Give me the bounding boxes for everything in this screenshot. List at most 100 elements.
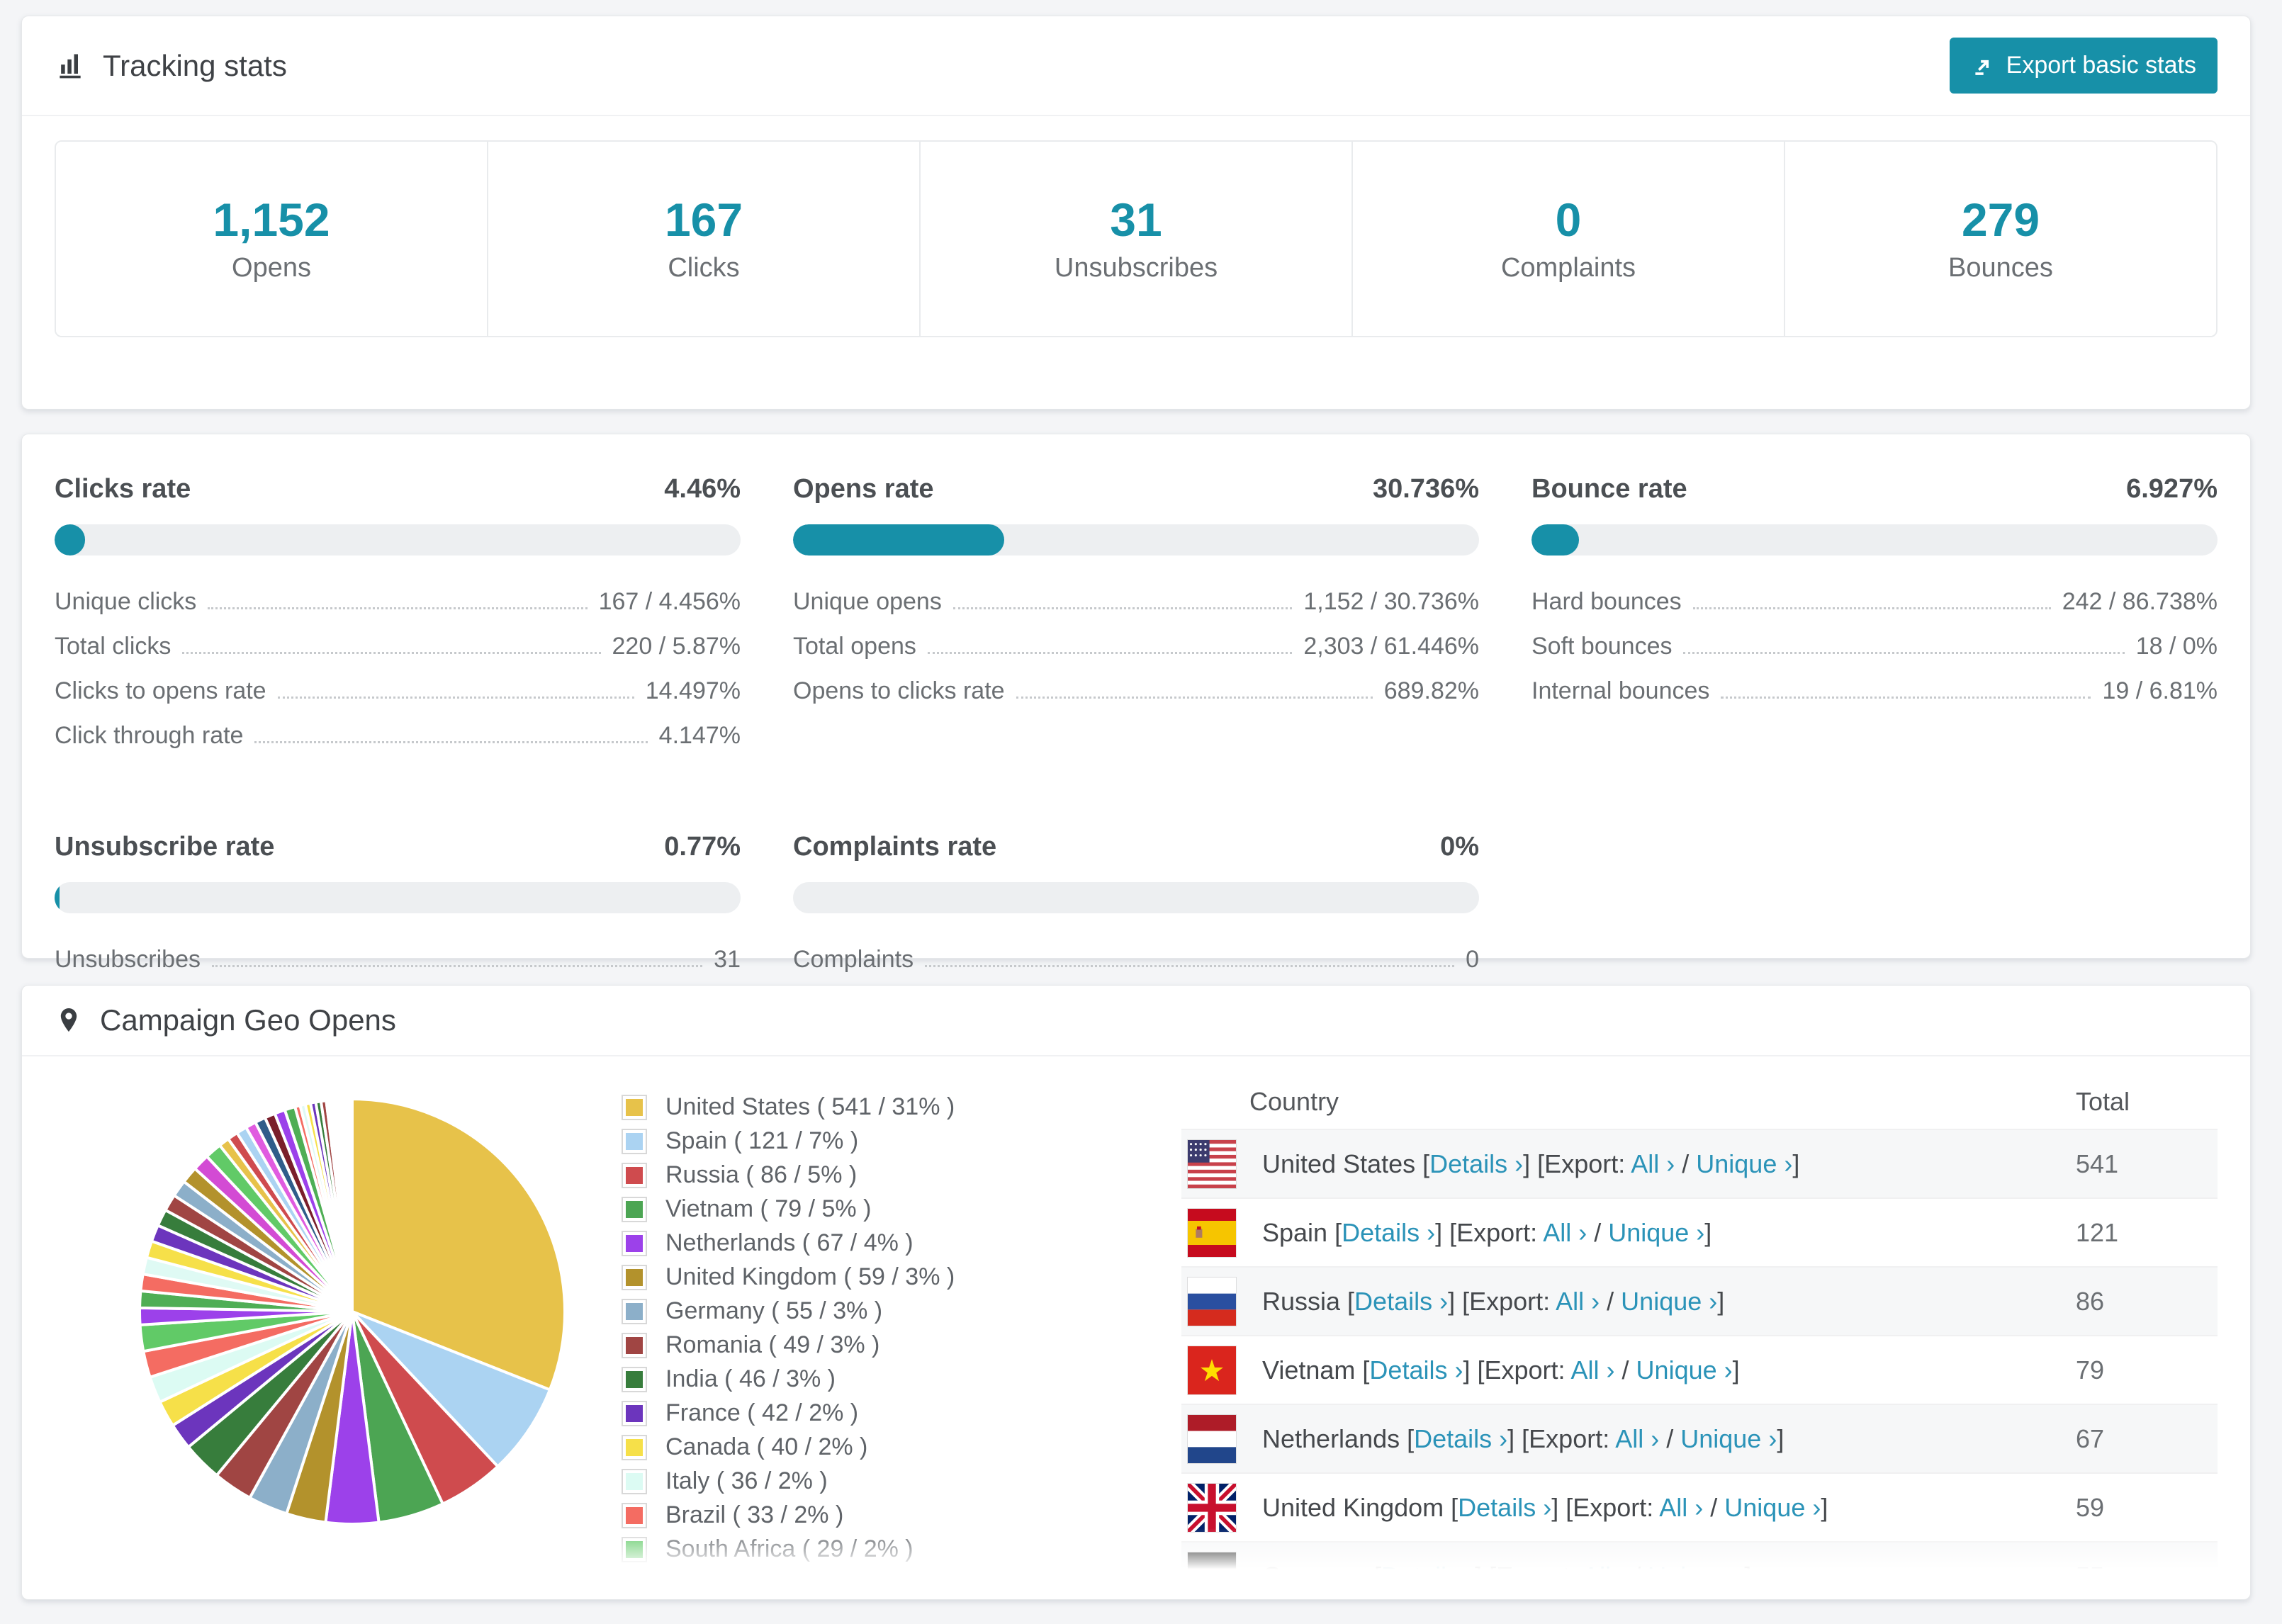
dotted-leader bbox=[1721, 697, 2091, 699]
rate-row-value: 689.82% bbox=[1383, 677, 1479, 704]
geo-title: Campaign Geo Opens bbox=[55, 1003, 396, 1037]
rates-grid: Clicks rate 4.46% Unique clicks 167 / 4.456… bbox=[55, 474, 2218, 991]
legend-swatch bbox=[622, 1332, 647, 1358]
rate-row-label: Opens to clicks rate bbox=[793, 677, 1005, 704]
export-unique-link[interactable]: Unique › bbox=[1608, 1218, 1704, 1247]
geo-pie-chart bbox=[55, 1075, 622, 1599]
export-unique-link[interactable]: Unique › bbox=[1648, 1562, 1744, 1591]
rate-rows: Unsubscribes 31 bbox=[55, 946, 741, 974]
export-all-link[interactable]: All › bbox=[1583, 1562, 1626, 1591]
rate-panel-header: Bounce rate 6.927% bbox=[1531, 474, 2218, 504]
rate-progress-track bbox=[1531, 524, 2218, 556]
rate-value: 4.46% bbox=[664, 474, 741, 504]
stat-value: 31 bbox=[1110, 193, 1162, 247]
total-cell: 67 bbox=[2076, 1423, 2105, 1453]
dotted-leader bbox=[952, 607, 1293, 609]
legend-swatch bbox=[622, 1434, 647, 1460]
details-link[interactable]: Details › bbox=[1342, 1218, 1435, 1247]
export-all-link[interactable]: All › bbox=[1543, 1218, 1587, 1247]
export-unique-link[interactable]: Unique › bbox=[1696, 1149, 1792, 1178]
rate-title: Complaints rate bbox=[793, 832, 997, 862]
rate-row: Clicks to opens rate 14.497% bbox=[55, 677, 741, 705]
rate-row-label: Unique clicks bbox=[55, 588, 197, 615]
total-cell: 121 bbox=[2076, 1217, 2119, 1247]
legend-label: France ( 42 / 2% ) bbox=[665, 1399, 859, 1426]
rate-value: 0.77% bbox=[664, 832, 741, 862]
rate-row-value: 2,303 / 61.446% bbox=[1303, 633, 1479, 660]
legend-swatch bbox=[622, 1536, 647, 1562]
legend-swatch bbox=[622, 1400, 647, 1426]
stat-value: 279 bbox=[1961, 193, 2040, 247]
rate-row-value: 0 bbox=[1466, 946, 1479, 973]
export-all-link[interactable]: All › bbox=[1571, 1355, 1615, 1385]
total-cell: 55 bbox=[2076, 1561, 2105, 1591]
stat-label: Unsubscribes bbox=[1054, 252, 1218, 283]
legend-label: Spain ( 121 / 7% ) bbox=[665, 1127, 859, 1154]
country-links-text: United States [Details ›] [Export: All ›… bbox=[1262, 1149, 1800, 1178]
country-flag-es bbox=[1187, 1207, 1237, 1258]
export-all-link[interactable]: All › bbox=[1631, 1149, 1675, 1178]
stat-label: Opens bbox=[232, 252, 311, 283]
country-links-text: United Kingdom [Details ›] [Export: All … bbox=[1262, 1492, 1828, 1522]
details-link[interactable]: Details › bbox=[1458, 1493, 1551, 1522]
tracking-stats-title: Tracking stats bbox=[55, 49, 287, 83]
table-row: Germany [Details ›] [Export: All › / Uni… bbox=[1181, 1541, 2218, 1599]
legend-item: Spain ( 121 / 7% ) bbox=[622, 1127, 1103, 1155]
stat-box: 1,152 Opens bbox=[56, 142, 488, 336]
stat-value: 0 bbox=[1555, 193, 1582, 247]
details-link[interactable]: Details › bbox=[1414, 1424, 1507, 1453]
legend-label: South Africa ( 29 / 2% ) bbox=[665, 1535, 914, 1562]
export-basic-stats-button[interactable]: Export basic stats bbox=[1949, 38, 2218, 94]
details-link[interactable]: Details › bbox=[1354, 1287, 1448, 1316]
legend-item: France ( 42 / 2% ) bbox=[622, 1399, 1103, 1427]
rate-title: Bounce rate bbox=[1531, 474, 1687, 504]
dotted-leader bbox=[277, 697, 634, 699]
export-icon bbox=[1971, 54, 1995, 78]
dotted-leader bbox=[208, 607, 588, 609]
legend-item: Vietnam ( 79 / 5% ) bbox=[622, 1195, 1103, 1223]
total-cell: 86 bbox=[2076, 1286, 2105, 1316]
stat-box: 0 Complaints bbox=[1353, 142, 1785, 336]
rate-panel-header: Opens rate 30.736% bbox=[793, 474, 1479, 504]
details-link[interactable]: Details › bbox=[1369, 1355, 1463, 1385]
details-link[interactable]: Details › bbox=[1381, 1562, 1475, 1591]
stat-value: 1,152 bbox=[213, 193, 330, 247]
legend-item: India ( 46 / 3% ) bbox=[622, 1365, 1103, 1393]
rate-row-label: Clicks to opens rate bbox=[55, 677, 266, 704]
country-cell: Netherlands [Details ›] [Export: All › /… bbox=[1181, 1414, 2076, 1464]
export-unique-link[interactable]: Unique › bbox=[1724, 1493, 1821, 1522]
rate-row-value: 18 / 0% bbox=[2135, 633, 2218, 660]
rate-progress-fill bbox=[55, 524, 86, 556]
export-all-link[interactable]: All › bbox=[1556, 1287, 1600, 1316]
country-column-header: Country bbox=[1249, 1087, 1339, 1116]
map-pin-icon bbox=[55, 1004, 83, 1037]
export-unique-link[interactable]: Unique › bbox=[1636, 1355, 1733, 1385]
rate-row: Soft bounces 18 / 0% bbox=[1531, 633, 2218, 660]
legend-item: Canada ( 40 / 2% ) bbox=[622, 1433, 1103, 1461]
export-all-link[interactable]: All › bbox=[1659, 1493, 1703, 1522]
dotted-leader bbox=[1683, 652, 2125, 654]
country-flag-nl bbox=[1187, 1414, 1237, 1464]
legend-item: United Kingdom ( 59 / 3% ) bbox=[622, 1263, 1103, 1291]
rate-row-label: Unique opens bbox=[793, 588, 942, 615]
dotted-leader bbox=[927, 652, 1293, 654]
stat-label: Complaints bbox=[1500, 252, 1636, 283]
country-cell: Russia [Details ›] [Export: All › / Uniq… bbox=[1181, 1276, 2076, 1326]
rate-progress-fill bbox=[1531, 524, 1580, 556]
country-flag-ru bbox=[1187, 1276, 1237, 1326]
geo-title-text: Campaign Geo Opens bbox=[100, 1003, 396, 1037]
export-unique-link[interactable]: Unique › bbox=[1621, 1287, 1717, 1316]
export-unique-link[interactable]: Unique › bbox=[1680, 1424, 1777, 1453]
legend-swatch bbox=[622, 1162, 647, 1188]
rate-row-label: Internal bounces bbox=[1531, 677, 1710, 704]
details-link[interactable]: Details › bbox=[1429, 1149, 1523, 1178]
country-cell: Spain [Details ›] [Export: All › / Uniqu… bbox=[1181, 1207, 2076, 1258]
legend-swatch bbox=[622, 1196, 647, 1222]
rate-title: Unsubscribe rate bbox=[55, 832, 275, 862]
legend-label: Netherlands ( 67 / 4% ) bbox=[665, 1229, 914, 1256]
legend-item: South Africa ( 29 / 2% ) bbox=[622, 1535, 1103, 1563]
total-cell: 79 bbox=[2076, 1355, 2105, 1385]
export-all-link[interactable]: All › bbox=[1615, 1424, 1659, 1453]
rate-row-label: Total clicks bbox=[55, 633, 172, 660]
rate-value: 0% bbox=[1440, 832, 1479, 862]
